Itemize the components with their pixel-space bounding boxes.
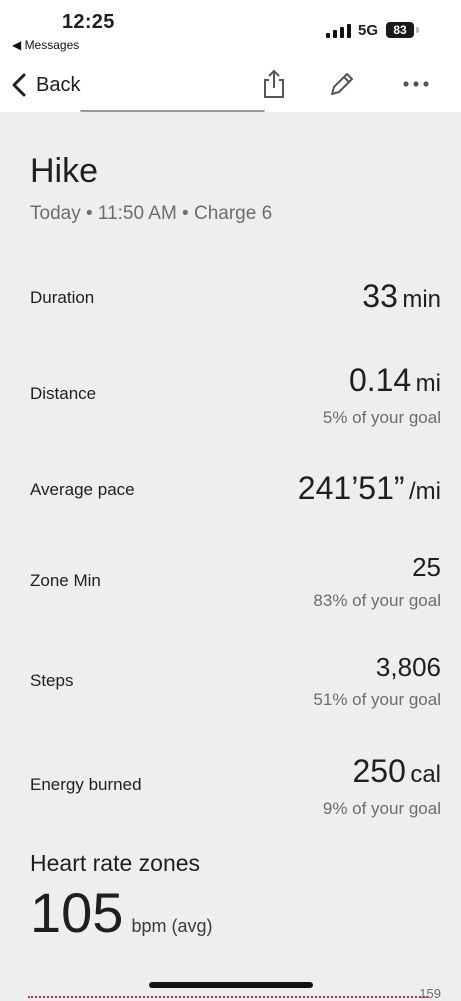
cellular-signal-icon — [326, 24, 351, 38]
status-bar: 12:25 ◀ Messages 5G 83 — [0, 0, 461, 56]
steps-value: 3,806 — [375, 652, 441, 682]
duration-value: 33 min — [362, 278, 441, 314]
zone-min-value: 25 — [412, 552, 441, 582]
activity-title: Hike — [30, 152, 99, 190]
battery-level: 83 — [386, 22, 414, 38]
heart-rate-average: 105 bpm (avg) — [30, 880, 212, 945]
activity-subtitle: Today • 11:50 AM • Charge 6 — [30, 203, 273, 224]
distance-value: 0.14 mi — [348, 362, 441, 398]
more-options-button[interactable] — [400, 68, 432, 100]
network-type: 5G — [358, 22, 379, 39]
battery-icon: 83 — [386, 22, 420, 38]
distance-label: Distance — [30, 384, 97, 403]
heart-rate-chart-max-label: 159 — [419, 986, 441, 1001]
heart-rate-avg-value: 105 — [30, 881, 124, 944]
nav-bar: Back — [0, 56, 461, 112]
drag-handle[interactable] — [80, 110, 265, 112]
zone-min-goal: 83% of your goal — [313, 591, 441, 610]
share-button[interactable] — [258, 68, 290, 100]
back-label: Back — [36, 73, 81, 96]
edit-button[interactable] — [326, 68, 358, 100]
status-time: 12:25 — [62, 11, 115, 33]
steps-label: Steps — [30, 671, 74, 690]
heart-rate-unit: bpm (avg) — [131, 916, 213, 936]
pace-label: Average pace — [30, 480, 135, 499]
duration-label: Duration — [30, 288, 95, 307]
distance-goal: 5% of your goal — [322, 408, 441, 427]
exercise-detail-sheet: Hike Today • 11:50 AM • Charge 6 Duratio… — [0, 110, 461, 1001]
energy-label: Energy burned — [30, 775, 142, 794]
more-icon — [403, 81, 429, 87]
energy-goal: 9% of your goal — [322, 799, 441, 818]
steps-goal: 51% of your goal — [313, 690, 441, 709]
edit-icon — [331, 73, 353, 95]
zone-min-label: Zone Min — [30, 571, 101, 590]
pace-value: 241’51” /mi — [297, 470, 441, 506]
share-icon — [264, 69, 284, 98]
home-indicator[interactable] — [149, 982, 313, 988]
heart-rate-zones-title: Heart rate zones — [30, 850, 201, 876]
back-button[interactable]: Back — [10, 70, 80, 100]
energy-value: 250 cal — [352, 753, 441, 789]
back-to-messages-link[interactable]: ◀ Messages — [12, 38, 79, 52]
chevron-left-icon — [12, 73, 26, 97]
